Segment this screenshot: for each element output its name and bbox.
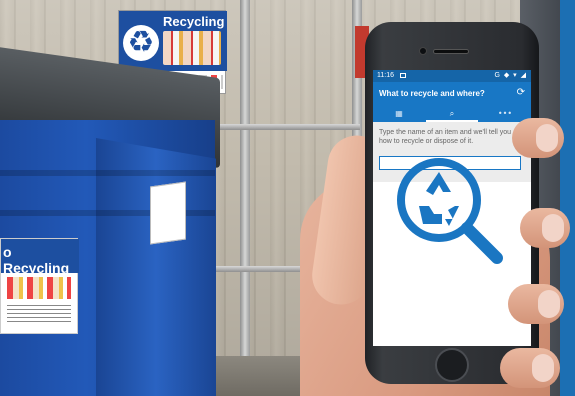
sign-item-pictures bbox=[163, 31, 221, 65]
label-item-pictures bbox=[7, 277, 71, 299]
tab-search[interactable]: ⌕ bbox=[426, 106, 478, 122]
app-title: What to recycle and where? bbox=[379, 89, 485, 98]
home-button[interactable] bbox=[435, 348, 469, 382]
dumpster-rib bbox=[0, 170, 215, 176]
fingernail bbox=[538, 290, 560, 318]
blue-stripe bbox=[560, 0, 575, 396]
recycle-search-icon bbox=[397, 158, 503, 264]
dumpster-side-sign bbox=[150, 181, 186, 245]
notification-icon bbox=[399, 72, 406, 78]
earpiece-speaker bbox=[433, 49, 469, 54]
refresh-icon[interactable]: ⟳ bbox=[517, 87, 525, 98]
label-title: o Recycling bbox=[3, 244, 70, 276]
fingernail bbox=[542, 214, 564, 242]
fingernail bbox=[532, 354, 554, 382]
helper-text: Type the name of an item and we'll tell … bbox=[379, 129, 512, 145]
label-fine-print bbox=[7, 305, 71, 323]
search-icon: ⌕ bbox=[449, 109, 455, 118]
dumpster-side bbox=[96, 138, 216, 396]
recycle-logo-icon: ♻ bbox=[123, 25, 159, 61]
front-camera bbox=[419, 47, 427, 55]
calendar-icon: ▦ bbox=[395, 109, 403, 118]
smartphone: 11:16 G ◆ ▾ ◢ What to recycle and where?… bbox=[365, 22, 539, 384]
tab-calendar[interactable]: ▦ bbox=[373, 106, 425, 122]
sign-title: Recycling bbox=[163, 14, 225, 29]
more-icon: ••• bbox=[497, 109, 513, 118]
dumpster-recycling-label: o Recycling bbox=[0, 238, 79, 334]
status-icons: G ◆ ▾ ◢ bbox=[494, 72, 527, 79]
status-time: 11:16 bbox=[377, 72, 394, 79]
tab-bar: ▦ ⌕ ••• bbox=[373, 106, 531, 122]
app-bar: What to recycle and where? ⟳ bbox=[373, 82, 531, 106]
fence-rail bbox=[200, 124, 360, 130]
fence-post bbox=[240, 0, 250, 396]
fingernail bbox=[536, 124, 558, 152]
status-bar: 11:16 G ◆ ▾ ◢ bbox=[373, 70, 531, 82]
